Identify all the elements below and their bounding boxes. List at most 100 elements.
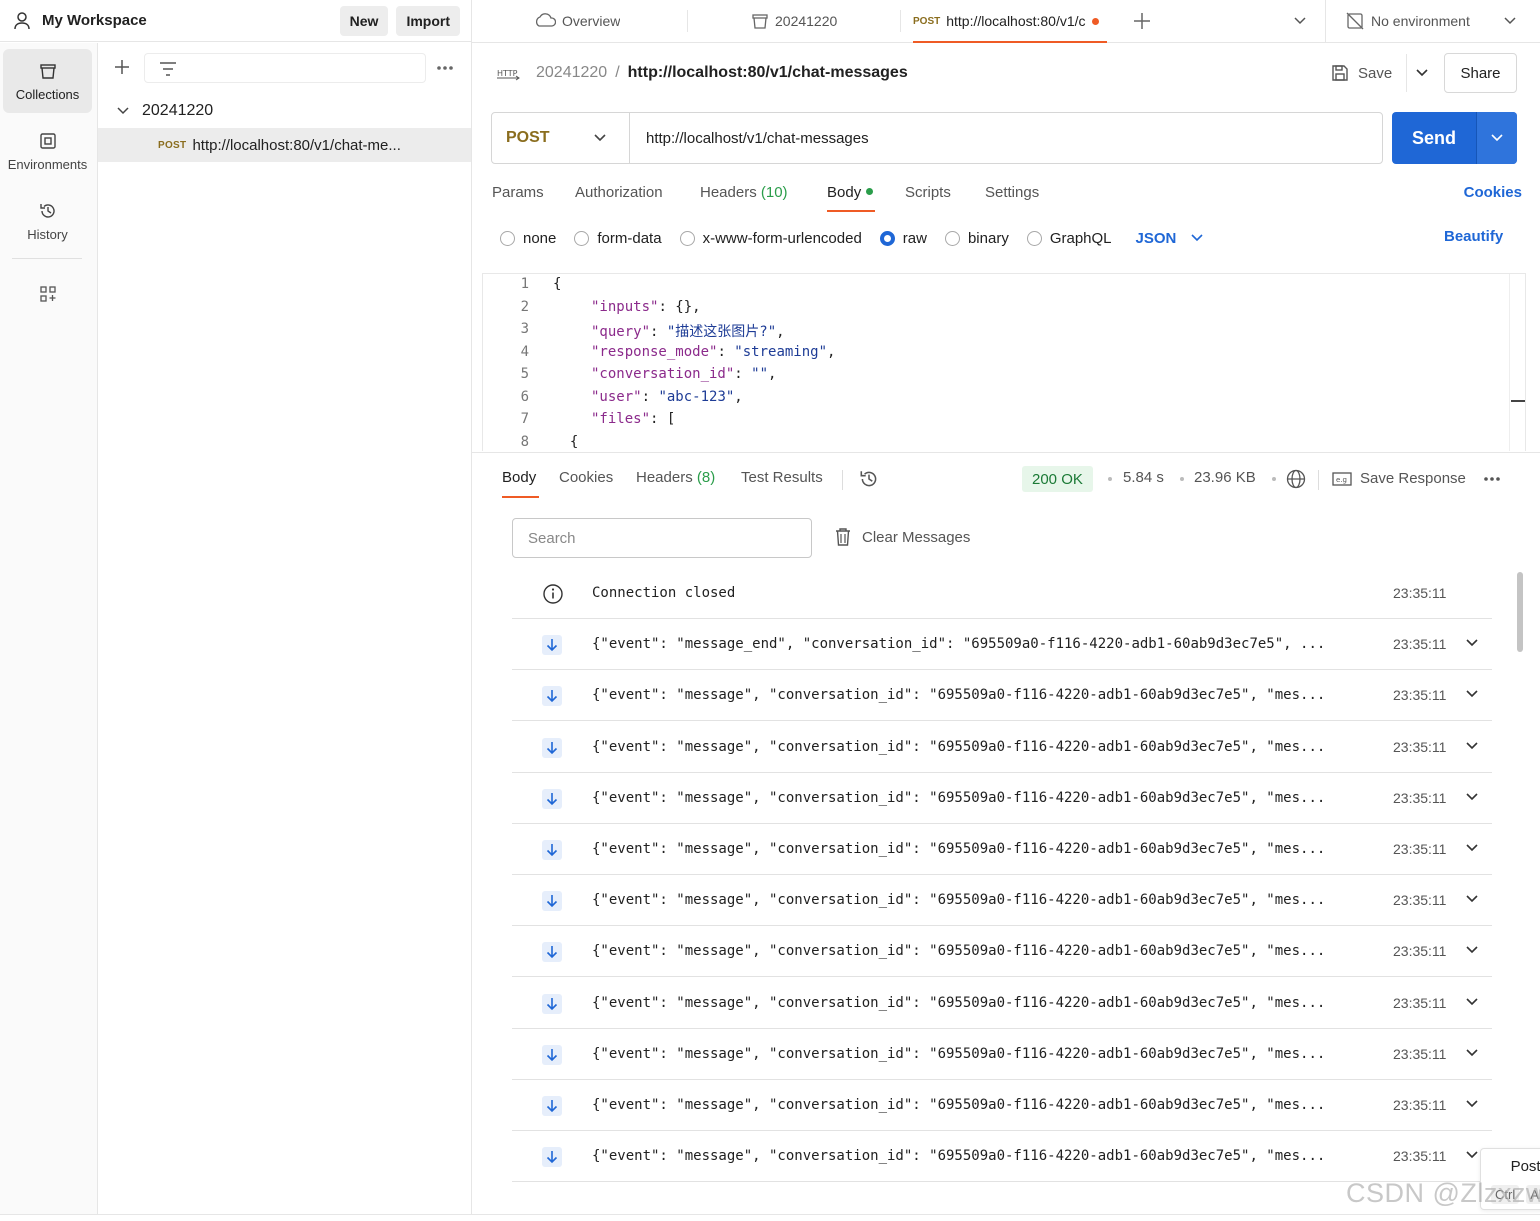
rail-collections[interactable]: Collections: [3, 49, 92, 113]
cookies-link[interactable]: Cookies: [1464, 184, 1522, 201]
tab-settings[interactable]: Settings: [985, 184, 1039, 201]
expand-chevron-icon[interactable]: [1465, 843, 1479, 853]
editor-scrollbar[interactable]: [1509, 274, 1525, 451]
breadcrumb-request[interactable]: http://localhost:80/v1/chat-messages: [628, 64, 908, 82]
messages-search-input[interactable]: Search: [512, 518, 812, 558]
radio-urlencoded[interactable]: x-www-form-urlencoded: [679, 230, 862, 247]
json-string: "": [751, 366, 769, 382]
tab-scripts[interactable]: Scripts: [905, 184, 951, 201]
search-placeholder: Search: [528, 529, 576, 547]
json-key: "query": [591, 324, 651, 340]
response-more-icon[interactable]: [1483, 476, 1501, 482]
message-row[interactable]: {"event": "message", "conversation_id": …: [512, 1080, 1492, 1131]
editor-scroll-thumb[interactable]: [1511, 400, 1525, 402]
message-time: 23:35:11: [1393, 1097, 1447, 1113]
add-widget-icon: [38, 284, 58, 310]
line-number: 5: [520, 366, 529, 382]
message-row[interactable]: {"event": "message", "conversation_id": …: [512, 722, 1492, 773]
request-item[interactable]: POST http://localhost:80/v1/chat-me...: [98, 128, 471, 162]
message-row[interactable]: {"event": "message", "conversation_id": …: [512, 926, 1492, 978]
tab-params[interactable]: Params: [492, 184, 544, 201]
message-row[interactable]: {"event": "message", "conversation_id": …: [512, 1131, 1492, 1183]
response-tab-cookies[interactable]: Cookies: [559, 469, 613, 486]
message-row[interactable]: {"event": "message", "conversation_id": …: [512, 670, 1492, 722]
send-button[interactable]: Send: [1392, 112, 1476, 164]
radio-binary[interactable]: binary: [944, 230, 1009, 247]
tab-request[interactable]: POST http://localhost:80/v1/c: [913, 0, 1107, 42]
message-row[interactable]: {"event": "message", "conversation_id": …: [512, 1029, 1492, 1080]
filter-input[interactable]: [144, 53, 426, 83]
tab-body[interactable]: Body: [827, 184, 874, 201]
clear-messages-button[interactable]: Clear Messages: [834, 527, 970, 547]
expand-chevron-icon[interactable]: [1465, 894, 1479, 904]
rail-environments[interactable]: Environments: [3, 119, 92, 183]
response-scrollbar[interactable]: [1517, 572, 1523, 652]
tab-authorization[interactable]: Authorization: [575, 184, 663, 201]
method-select[interactable]: POST: [492, 113, 630, 163]
globe-icon[interactable]: [1285, 468, 1307, 490]
expand-chevron-icon[interactable]: [1465, 638, 1479, 648]
rail-history[interactable]: History: [3, 189, 92, 253]
response-history-icon[interactable]: [858, 468, 880, 490]
expand-chevron-icon[interactable]: [1465, 1150, 1479, 1160]
response-time[interactable]: 5.84 s: [1123, 469, 1164, 486]
json-punct: ,: [776, 324, 785, 340]
tab-headers[interactable]: Headers (10): [700, 184, 788, 201]
expand-chevron-icon[interactable]: [1465, 1099, 1479, 1109]
tabs-dropdown-chevron-icon[interactable]: [1293, 16, 1307, 26]
radio-form-data[interactable]: form-data: [574, 230, 662, 247]
save-options-button[interactable]: [1406, 54, 1436, 92]
expand-chevron-icon[interactable]: [1465, 1048, 1479, 1058]
message-time: 23:35:11: [1393, 841, 1447, 857]
new-button[interactable]: New: [339, 5, 389, 36]
tab-overview[interactable]: Overview: [536, 0, 620, 42]
beautify-button[interactable]: Beautify: [1444, 228, 1503, 245]
expand-chevron-icon[interactable]: [1465, 689, 1479, 699]
radio-raw[interactable]: raw: [879, 230, 927, 247]
message-text: {"event": "message", "conversation_id": …: [592, 1097, 1326, 1113]
environment-selector[interactable]: No environment: [1345, 0, 1470, 42]
radio-graphql[interactable]: GraphQL: [1026, 230, 1112, 247]
plus-icon[interactable]: [112, 57, 132, 77]
breadcrumb-collection[interactable]: 20241220: [536, 64, 607, 82]
code-line: "user": "abc-123",: [591, 389, 743, 405]
response-tab-body[interactable]: Body: [502, 469, 536, 486]
radio-none[interactable]: none: [500, 230, 556, 247]
response-tab-test-results[interactable]: Test Results: [741, 469, 823, 486]
meta-separator: [1272, 477, 1276, 481]
message-row[interactable]: {"event": "message", "conversation_id": …: [512, 824, 1492, 875]
response-size[interactable]: 23.96 KB: [1194, 469, 1256, 486]
message-row[interactable]: {"event": "message", "conversation_id": …: [512, 978, 1492, 1029]
send-options-button[interactable]: [1476, 112, 1517, 164]
expand-chevron-icon[interactable]: [1465, 792, 1479, 802]
share-button[interactable]: Share: [1444, 53, 1517, 93]
trash-icon: [834, 527, 862, 547]
response-divider[interactable]: [472, 452, 1540, 453]
workspace-name[interactable]: My Workspace: [42, 12, 332, 29]
more-icon[interactable]: [436, 65, 454, 71]
body-editor[interactable]: 1 {2 "inputs": {}, 3 "query": "描述这张图片?", 4 "re…: [482, 273, 1526, 451]
message-row[interactable]: {"event": "message", "conversation_id": …: [512, 773, 1492, 824]
json-punct: :: [641, 388, 659, 405]
save-response-button[interactable]: e.g Save Response: [1332, 470, 1466, 487]
message-row[interactable]: Connection closed 23:35:11: [512, 568, 1492, 619]
rail-configure[interactable]: [3, 265, 92, 329]
save-button[interactable]: Save: [1330, 63, 1392, 83]
expand-chevron-icon[interactable]: [1465, 741, 1479, 751]
message-row[interactable]: {"event": "message", "conversation_id": …: [512, 875, 1492, 927]
import-button[interactable]: Import: [396, 5, 460, 36]
status-badge[interactable]: 200 OK: [1022, 466, 1093, 492]
environment-chevron-icon[interactable]: [1503, 16, 1517, 26]
collection-item[interactable]: 20241220: [98, 96, 471, 126]
tab-collection[interactable]: 20241220: [751, 0, 837, 42]
message-time: 23:35:11: [1393, 943, 1447, 960]
expand-chevron-icon[interactable]: [1465, 997, 1479, 1007]
format-select[interactable]: JSON: [1136, 230, 1205, 247]
message-row[interactable]: {"event": "message_end", "conversation_i…: [512, 619, 1492, 671]
json-key: "inputs": [591, 298, 659, 315]
expand-chevron-icon[interactable]: [1465, 945, 1479, 955]
url-input[interactable]: http://localhost/v1/chat-messages: [646, 113, 869, 163]
new-tab-plus-icon[interactable]: [1132, 11, 1152, 31]
chevron-down-icon[interactable]: [116, 106, 142, 116]
response-tab-headers[interactable]: Headers (8): [636, 469, 715, 486]
